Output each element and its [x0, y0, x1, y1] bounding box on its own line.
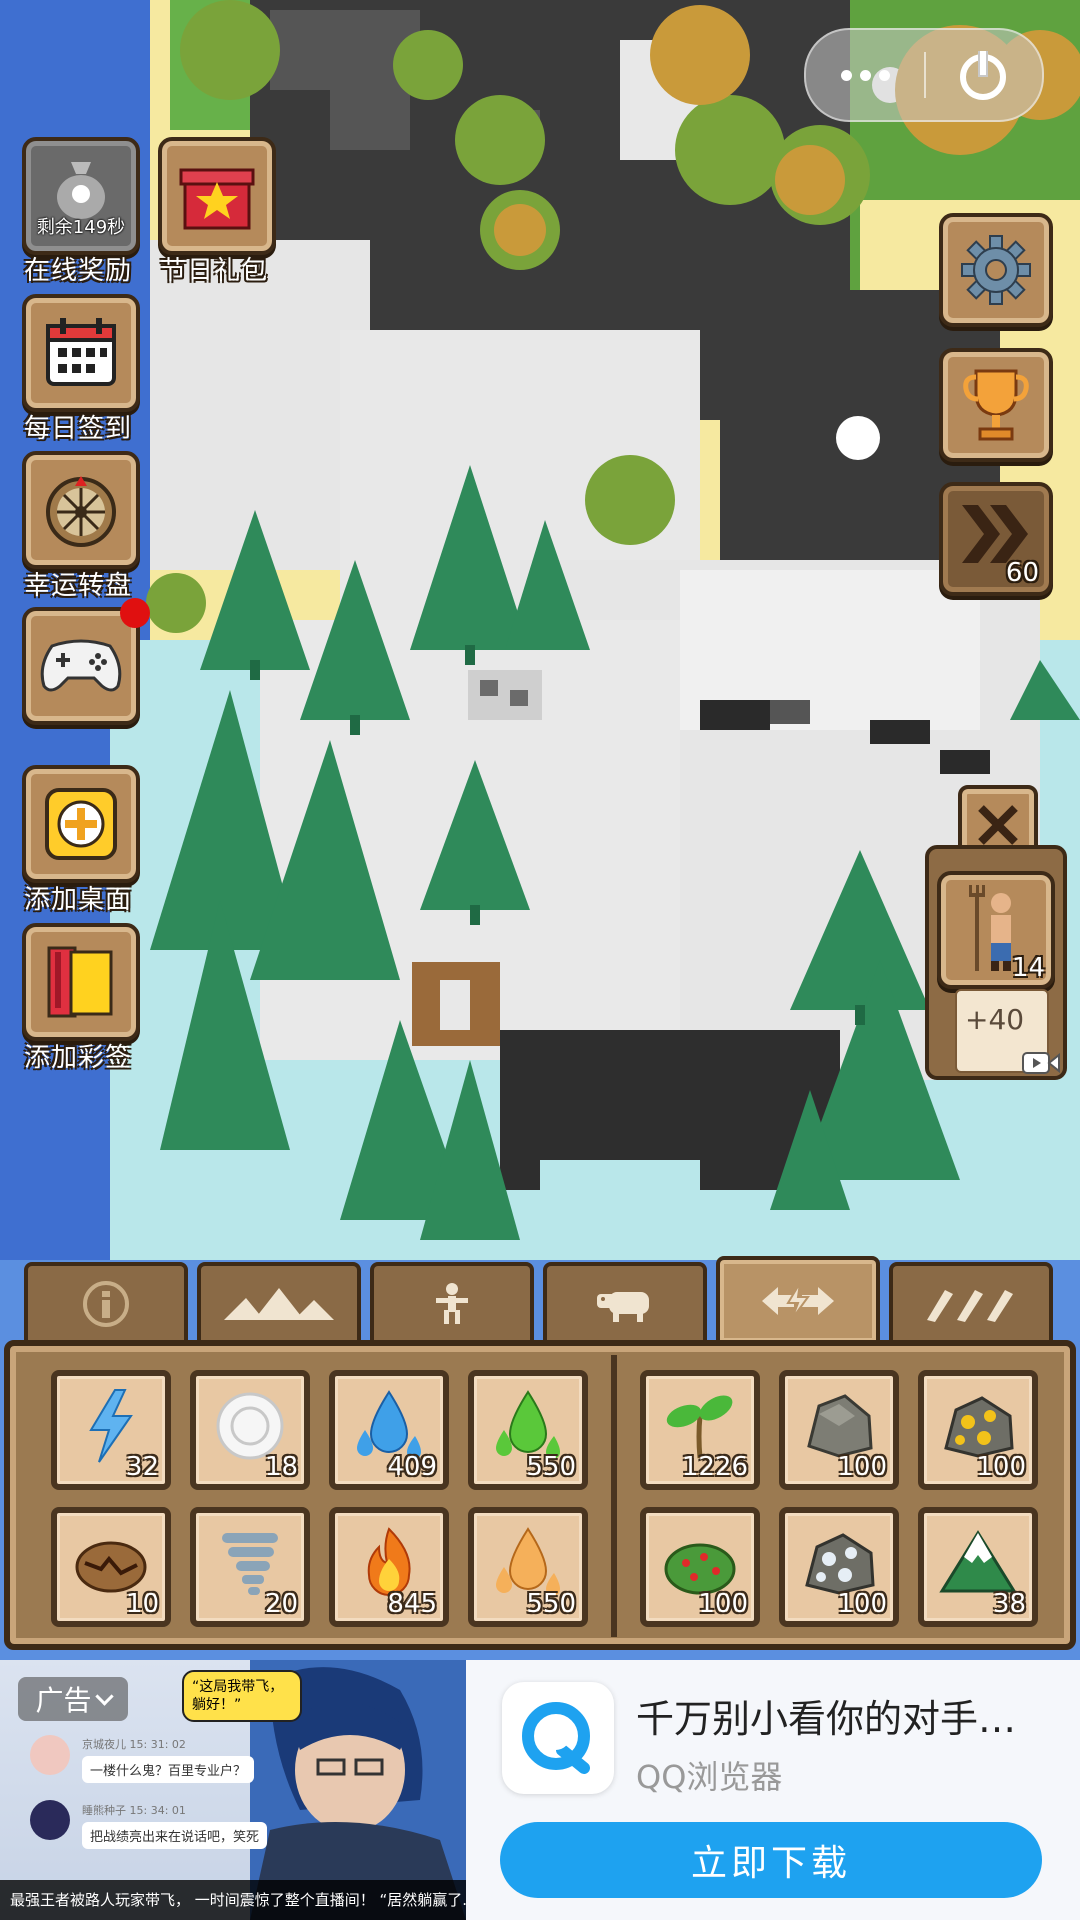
lucky-wheel-button[interactable] — [22, 451, 140, 569]
power-count: 1226 — [681, 1452, 748, 1482]
trophy-icon — [963, 369, 1029, 441]
villager-count: 14 — [1011, 953, 1045, 983]
ad-chat-1: 京城夜儿 15: 31: 02 一楼什么鬼？百里专业户？ — [30, 1736, 255, 1783]
ad-banner[interactable]: 广告 “这局我带飞，躺好！” 京城夜儿 15: 31: 02 一楼什么鬼？百里专… — [0, 1660, 1080, 1920]
power-slot-tornado[interactable]: 20 — [190, 1507, 310, 1627]
power-count: 10 — [125, 1589, 159, 1619]
online-reward-label: 在线奖励 — [24, 256, 133, 286]
drawer-divider — [611, 1355, 617, 1637]
lucky-wheel-label: 幸运转盘 — [24, 571, 133, 601]
power-count: 18 — [264, 1452, 298, 1482]
info-icon — [83, 1281, 129, 1327]
power-slot-sprout[interactable]: 1226 — [640, 1370, 760, 1490]
ad-image[interactable]: 广告 “这局我带飞，躺好！” 京城夜儿 15: 31: 02 一楼什么鬼？百里专… — [0, 1660, 466, 1920]
plus-icon — [45, 788, 117, 860]
chat-message: 一楼什么鬼？百里专业户？ — [82, 1756, 255, 1783]
bonus-reward-button[interactable]: +40 — [955, 989, 1060, 1074]
calendar-icon — [46, 318, 116, 386]
power-slot-lightning[interactable]: 32 — [51, 1370, 171, 1490]
power-count: 32 — [125, 1452, 159, 1482]
miniprogram-capsule — [804, 28, 1044, 122]
power-slot-earthquake[interactable]: 10 — [51, 1507, 171, 1627]
speed-value: 60 — [1005, 558, 1039, 588]
tab-animals[interactable] — [543, 1262, 707, 1342]
power-slot-lava-rain[interactable]: 550 — [468, 1507, 588, 1627]
games-button[interactable] — [22, 607, 140, 725]
tab-powers[interactable] — [716, 1256, 880, 1342]
chat-name: 睡熊种子 15: 34: 01 — [82, 1804, 186, 1817]
power-slot-berry-bush[interactable]: 100 — [640, 1507, 760, 1627]
close-icon — [978, 805, 1018, 845]
gamepad-icon — [40, 639, 122, 692]
notification-dot — [120, 598, 150, 628]
power-slot-gold-ore[interactable]: 100 — [918, 1370, 1038, 1490]
power-count: 409 — [387, 1452, 437, 1482]
ad-subtitle: QQ浏览器 — [636, 1758, 783, 1796]
ad-speech-bubble: “这局我带飞，躺好！” — [182, 1670, 302, 1722]
bookmark-icon — [47, 946, 113, 1018]
power-count: 550 — [526, 1589, 576, 1619]
holiday-gift-button[interactable] — [158, 137, 276, 255]
more-menu-icon[interactable] — [806, 30, 924, 120]
add-desktop-label: 添加桌面 — [24, 885, 133, 915]
video-icon — [1022, 1052, 1060, 1074]
power-slot-fire[interactable]: 845 — [329, 1507, 449, 1627]
ad-tag-label: 广告 — [35, 1684, 92, 1717]
power-count: 845 — [387, 1589, 437, 1619]
power-count: 100 — [976, 1452, 1026, 1482]
tools-icon — [927, 1290, 1013, 1322]
online-reward-button[interactable]: 剩余149秒 — [22, 137, 140, 255]
holiday-gift-label: 节日礼包 — [160, 256, 269, 286]
settings-button[interactable] — [939, 213, 1053, 327]
money-bag-icon — [57, 162, 105, 219]
ad-tag[interactable]: 广告 — [18, 1677, 128, 1721]
powers-icon — [762, 1282, 834, 1320]
power-count: 550 — [526, 1452, 576, 1482]
power-slot-mountain[interactable]: 38 — [918, 1507, 1038, 1627]
bonus-value: +40 — [965, 1003, 1025, 1036]
villager-button[interactable]: 14 — [937, 871, 1055, 989]
power-slot-blizzard[interactable]: 18 — [190, 1370, 310, 1490]
add-bookmark-button[interactable] — [22, 923, 140, 1041]
animal-icon — [597, 1292, 649, 1322]
gear-icon — [961, 235, 1031, 305]
online-reward-timer: 剩余149秒 — [36, 217, 126, 238]
close-miniprogram-icon[interactable] — [926, 30, 1040, 120]
daily-checkin-label: 每日签到 — [24, 414, 133, 444]
category-tabs — [24, 1256, 1056, 1342]
gift-box-icon — [179, 168, 255, 230]
tab-tools[interactable] — [889, 1262, 1053, 1342]
ad-caption: 最强王者被路人玩家带飞， 一时间震惊了整个直播间！ “居然躺赢了...” — [0, 1880, 466, 1920]
ad-title: 千万别小看你的对手… — [636, 1697, 1017, 1741]
add-desktop-button[interactable] — [22, 765, 140, 883]
power-count: 100 — [837, 1452, 887, 1482]
wheel-icon — [46, 476, 116, 547]
power-slot-rain[interactable]: 409 — [329, 1370, 449, 1490]
achievements-button[interactable] — [939, 348, 1053, 462]
tab-terrain[interactable] — [197, 1262, 361, 1342]
chat-message: 把战绩亮出来在说话吧，笑死 — [82, 1822, 268, 1849]
download-button[interactable]: 立即下载 — [500, 1822, 1042, 1898]
chevron-down-icon — [94, 1686, 114, 1706]
power-slot-silver-ore[interactable]: 100 — [779, 1507, 899, 1627]
speed-button[interactable]: 60 — [939, 482, 1053, 596]
daily-checkin-button[interactable] — [22, 294, 140, 412]
power-count: 100 — [837, 1589, 887, 1619]
tab-info[interactable] — [24, 1262, 188, 1342]
side-panel: 14 +40 — [925, 845, 1067, 1080]
tab-humans[interactable] — [370, 1262, 534, 1342]
qq-browser-logo-icon — [502, 1682, 614, 1794]
power-count: 20 — [264, 1589, 298, 1619]
ad-chat-2: 睡熊种子 15: 34: 01 把战绩亮出来在说话吧，笑死 — [30, 1802, 268, 1849]
power-slot-acid-rain[interactable]: 550 — [468, 1370, 588, 1490]
power-slot-stone[interactable]: 100 — [779, 1370, 899, 1490]
power-count: 100 — [698, 1589, 748, 1619]
add-bookmark-label: 添加彩签 — [24, 1043, 133, 1073]
power-count: 38 — [992, 1589, 1026, 1619]
terrain-icon — [224, 1288, 334, 1320]
chat-name: 京城夜儿 15: 31: 02 — [82, 1738, 186, 1751]
human-icon — [436, 1283, 468, 1324]
